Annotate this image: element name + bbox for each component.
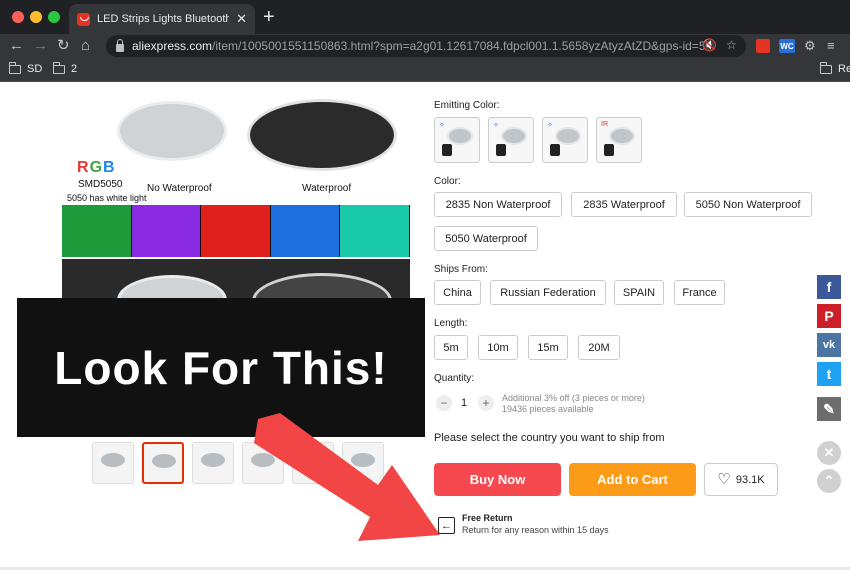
extension-wc-icon[interactable]: WC (779, 39, 795, 53)
annotation-arrow-icon (254, 413, 440, 541)
url-path: /item/1005001551150863.html?spm=a2g01.12… (212, 39, 716, 53)
twitter-share-icon[interactable]: t (817, 362, 841, 386)
bookmark-label: SD (27, 63, 43, 75)
bookmark-folder-2[interactable]: 2 (52, 61, 78, 75)
home-icon[interactable]: ⌂ (81, 36, 90, 56)
no-waterproof-caption: No Waterproof (147, 183, 212, 194)
extension-red-icon[interactable] (756, 39, 770, 53)
scroll-top-icon[interactable]: ⌃ (817, 469, 841, 493)
emitting-color-label: Emitting Color: (434, 100, 500, 111)
reading-list-icon[interactable]: ≡ (827, 36, 835, 56)
free-return-subtitle: Return for any reason within 15 days (462, 525, 609, 535)
emitting-color-swatch-2[interactable]: ✧ (488, 117, 534, 163)
tab-close-icon[interactable]: ✕ (236, 11, 247, 27)
puzzle-icon[interactable]: ⚙ (804, 36, 816, 56)
smd-label: SMD5050 (78, 179, 123, 190)
product-page: RGB SMD5050 5050 has white light No Wate… (0, 83, 850, 570)
new-tab-button[interactable]: + (263, 7, 275, 27)
quantity-value[interactable]: 1 (461, 397, 467, 409)
length-option[interactable]: 15m (528, 335, 568, 360)
free-return-title: Free Return (462, 513, 513, 523)
address-bar[interactable]: aliexpress.com /item/1005001551150863.ht… (106, 35, 746, 57)
length-option[interactable]: 20M (578, 335, 620, 360)
emitting-color-swatch-3[interactable]: ✧ (542, 117, 588, 163)
thumbnail[interactable] (92, 442, 134, 484)
mute-icon[interactable]: 🔇 (702, 38, 717, 52)
back-icon[interactable]: ← (9, 36, 24, 56)
led-strip-waterproof-image (247, 99, 397, 171)
tab-strip: LED Strips Lights Bluetooth Lu ✕ + (0, 0, 850, 34)
quantity-increase-button[interactable]: + (478, 395, 494, 411)
rgb-label: RGB (77, 159, 116, 176)
bookmarks-bar: SD 2 Re (0, 58, 850, 82)
url-host: aliexpress.com (132, 39, 213, 53)
return-icon: ← (438, 517, 455, 534)
thumbnail-selected[interactable] (142, 442, 184, 484)
heart-icon: ♡ (717, 471, 731, 488)
vk-share-icon[interactable]: vk (817, 333, 841, 357)
length-option[interactable]: 5m (434, 335, 468, 360)
pinterest-share-icon[interactable]: P (817, 304, 841, 328)
close-icon[interactable]: ✕ (817, 441, 841, 465)
add-to-cart-button[interactable]: Add to Cart (569, 463, 696, 496)
reload-icon[interactable]: ↻ (57, 36, 70, 56)
folder-icon (8, 61, 21, 74)
ships-from-option[interactable]: France (674, 280, 725, 305)
ships-from-label: Ships From: (434, 264, 488, 275)
color-option[interactable]: 2835 Non Waterproof (434, 192, 562, 217)
edit-icon[interactable]: ✎ (817, 397, 841, 421)
close-window-button[interactable] (12, 11, 24, 23)
annotation-text: Look For This! (54, 341, 388, 394)
quantity-discount-note: Additional 3% off (3 pieces or more) (502, 393, 645, 403)
color-option[interactable]: 5050 Waterproof (434, 226, 538, 251)
browser-tab[interactable]: LED Strips Lights Bluetooth Lu ✕ (69, 4, 255, 34)
maximize-window-button[interactable] (48, 11, 60, 23)
star-icon[interactable]: ☆ (726, 38, 737, 52)
ship-country-note: Please select the country you want to sh… (434, 432, 665, 444)
color-label: Color: (434, 176, 461, 187)
folder-icon (52, 61, 65, 74)
ships-from-option[interactable]: China (434, 280, 481, 305)
emitting-color-swatch-1[interactable]: ✧ (434, 117, 480, 163)
wishlist-button[interactable]: ♡ 93.1K (704, 463, 778, 496)
aliexpress-favicon-icon (77, 12, 90, 26)
facebook-share-icon[interactable]: f (817, 275, 841, 299)
quantity-decrease-button[interactable]: − (436, 395, 452, 411)
length-option[interactable]: 10m (478, 335, 518, 360)
ships-from-option[interactable]: Russian Federation (490, 280, 606, 305)
lock-icon[interactable] (116, 38, 124, 52)
emitting-color-swatch-4[interactable]: IR (596, 117, 642, 163)
tab-title: LED Strips Lights Bluetooth Lu (97, 13, 230, 25)
minimize-window-button[interactable] (30, 11, 42, 23)
color-preview-strip (62, 205, 410, 257)
ships-from-option[interactable]: SPAIN (614, 280, 664, 305)
reading-list-icon (819, 61, 832, 74)
quantity-label: Quantity: (434, 373, 475, 384)
white-light-note: 5050 has white light (67, 193, 147, 203)
quantity-available: 19436 pieces available (502, 404, 594, 414)
forward-icon[interactable]: → (33, 36, 48, 56)
color-option[interactable]: 2835 Waterproof (571, 192, 677, 217)
browser-toolbar: ← → ↻ ⌂ aliexpress.com /item/10050015511… (0, 34, 850, 58)
color-option[interactable]: 5050 Non Waterproof (684, 192, 812, 217)
bookmark-folder-sd[interactable]: SD (8, 61, 43, 75)
reading-list-button[interactable]: Re (819, 61, 850, 75)
bookmark-label: 2 (71, 63, 78, 75)
led-strip-coil-image (117, 101, 227, 161)
buy-now-button[interactable]: Buy Now (434, 463, 561, 496)
wishlist-count: 93.1K (735, 473, 765, 486)
length-label: Length: (434, 318, 468, 329)
waterproof-caption: Waterproof (302, 183, 352, 194)
reading-list-label: Re (838, 63, 850, 75)
